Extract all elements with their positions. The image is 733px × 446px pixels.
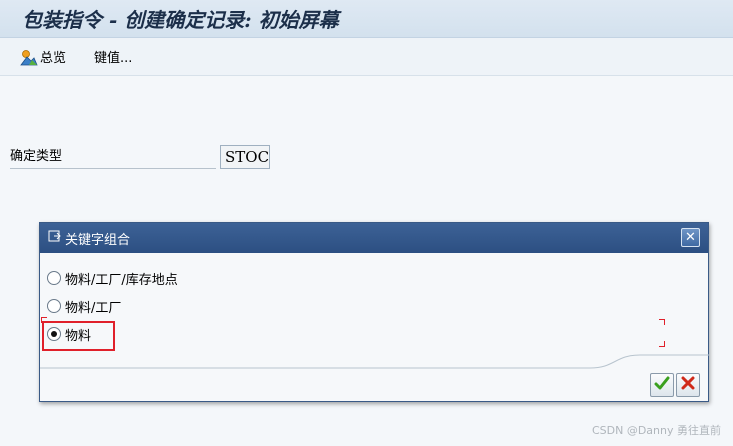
option-material-plant[interactable]: 物料/工厂 [47,295,121,317]
dialog-header: 关键字组合 ✕ [40,223,708,253]
key-values-label: 键值... [94,51,133,66]
option-material-plant-storage[interactable]: 物料/工厂/库存地点 [47,267,178,289]
cancel-x-icon [680,375,696,395]
radio-button[interactable] [47,271,61,285]
dialog-close-button[interactable]: ✕ [681,228,700,247]
record-type-row: 确定类型 STOC [10,145,270,169]
cancel-button[interactable] [676,373,700,397]
annotation-corner [659,319,665,325]
annotation-corner [659,341,665,347]
key-values-button[interactable]: 键值... [94,45,132,69]
highlight-annotation [42,321,115,351]
application-toolbar: 总览 键值... [0,38,733,76]
checkmark-icon [654,375,670,395]
overview-icon [20,48,38,66]
record-type-input[interactable]: STOC [220,145,270,169]
dialog-footer-buttons [650,373,700,397]
watermark: CSDN @Danny 勇往直前 [591,424,721,437]
window-title: 包装指令 - 创建确定记录: 初始屏幕 [22,8,339,32]
overview-label: 总览 [40,51,67,66]
dialog-title: 关键字组合 [65,232,131,248]
dialog-window-icon [48,230,61,247]
close-icon: ✕ [685,230,696,245]
radio-button[interactable] [47,299,61,313]
title-bar: 包装指令 - 创建确定记录: 初始屏幕 [0,0,733,38]
annotation-corner [41,317,47,323]
overview-button[interactable]: 总览 [20,45,66,69]
record-type-label: 确定类型 [10,145,216,169]
key-combination-dialog: 关键字组合 ✕ 物料/工厂/库存地点 物料/工厂 物料 [39,222,710,403]
sap-screen: 包装指令 - 创建确定记录: 初始屏幕 总览 键值... 确定类型 STOC 关… [0,0,733,446]
dialog-body: 物料/工厂/库存地点 物料/工厂 物料 [40,253,710,403]
option-label: 物料/工厂/库存地点 [65,272,178,288]
footer-divider [40,354,710,369]
confirm-button[interactable] [650,373,674,397]
option-label: 物料/工厂 [65,300,122,316]
